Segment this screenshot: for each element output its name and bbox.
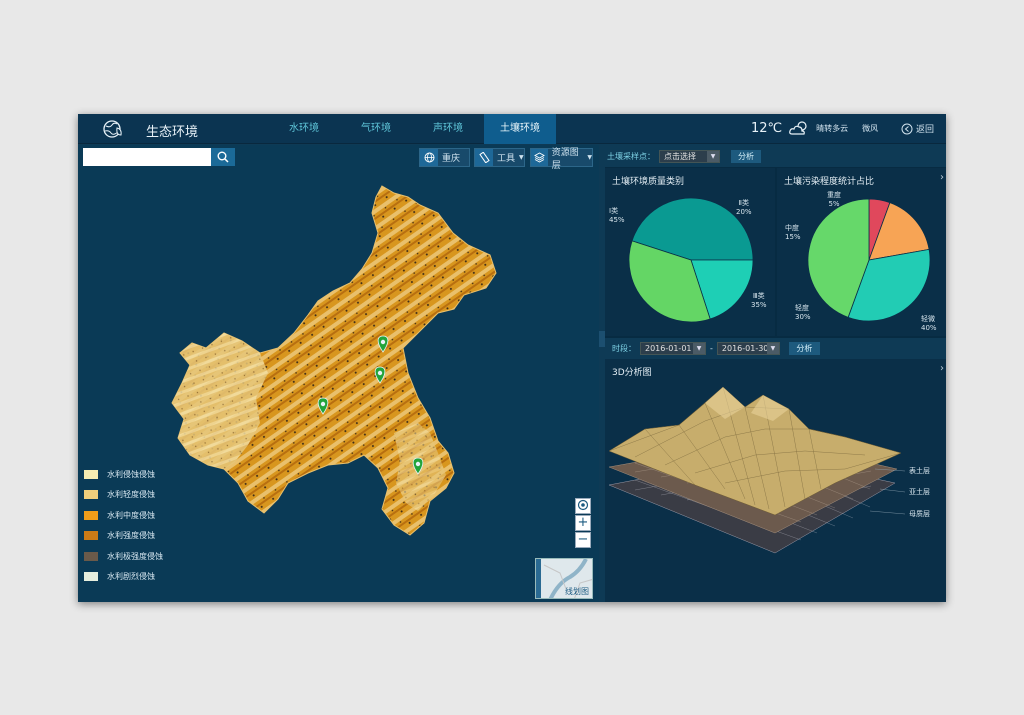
legend-swatch <box>84 510 98 520</box>
tab-sound[interactable]: 声环境 <box>412 114 484 144</box>
period-toolbar: 时段： 2016-01-01 ▼ - 2016-01-30 ▼ 分析 <box>605 338 946 359</box>
analysis-panel: 土壤采样点： 点击选择 ▼ 分析 土壤环境质量类别 Ⅰ类 45% Ⅱ类 20% Ⅲ类… <box>605 145 946 602</box>
pie-label-class2: Ⅱ类 20% <box>736 199 752 216</box>
legend-item: 水利极强度侵蚀 <box>84 546 163 567</box>
sample-point-select[interactable]: 点击选择 ▼ <box>659 149 720 163</box>
zoom-in-button[interactable]: + <box>575 515 591 531</box>
ruler-icon <box>475 149 493 166</box>
zoom-out-button[interactable]: − <box>575 532 591 548</box>
zoom-controls: + − <box>575 498 591 549</box>
search-button[interactable] <box>211 148 235 166</box>
quality-chart-card: 土壤环境质量类别 Ⅰ类 45% Ⅱ类 20% Ⅲ类 35% <box>605 168 775 336</box>
date-separator: - <box>710 344 713 353</box>
pie-label-class3: Ⅲ类 35% <box>751 292 767 309</box>
legend-item: 水利强度侵蚀 <box>84 526 163 547</box>
tools-label: 工具 <box>497 154 516 164</box>
legend-item: 水利轻度侵蚀 <box>84 485 163 506</box>
weather-widget: 12℃ 晴转多云 微风 <box>751 120 878 136</box>
globe-leaf-icon <box>103 120 122 138</box>
search-icon <box>217 151 229 163</box>
caret-down-icon: ▼ <box>587 154 592 161</box>
soil-sample-toolbar: 土壤采样点： 点击选择 ▼ 分析 <box>605 145 946 167</box>
tab-soil[interactable]: 土壤环境 <box>484 114 556 144</box>
soil-3d-surface[interactable] <box>605 359 946 602</box>
main-tabs: 水环境 气环境 声环境 土壤环境 <box>268 114 556 144</box>
legend-swatch <box>84 531 98 541</box>
caret-down-icon: ▼ <box>693 343 705 354</box>
tools-button[interactable]: 工具 ▼ <box>474 148 525 167</box>
legend-swatch <box>84 469 98 479</box>
legend-swatch <box>84 490 98 500</box>
map-legend: 水利侵蚀侵蚀 水利轻度侵蚀 水利中度侵蚀 水利强度侵蚀 水利极强度侵蚀 水利剧烈… <box>84 464 163 587</box>
temperature: 12℃ <box>751 120 783 136</box>
caret-down-icon: ▼ <box>519 154 524 161</box>
layer-label-topsoil: 表土层 <box>909 467 930 475</box>
layer-label-subsoil: 亚土层 <box>909 488 930 496</box>
wind-level: 微风 <box>862 123 879 133</box>
chongqing-erosion-map[interactable] <box>168 183 498 563</box>
pollution-chart-card: 土壤污染程度统计占比 › 重度 5% 中度 15% 轻度 30% 轻微 40% <box>777 168 946 336</box>
layers-icon <box>531 149 548 166</box>
quality-pie-chart <box>628 197 754 323</box>
app-window: 生态环境 水环境 气环境 声环境 土壤环境 12℃ 晴转多云 微风 返回 重庆 … <box>78 114 946 602</box>
search-input[interactable] <box>83 148 211 166</box>
legend-swatch <box>84 572 98 582</box>
caret-down-icon: ▼ <box>707 150 719 162</box>
period-label: 时段： <box>612 344 636 353</box>
legend-item: 水利侵蚀侵蚀 <box>84 464 163 485</box>
period-analyze-button[interactable]: 分析 <box>788 342 820 355</box>
back-icon <box>901 123 913 134</box>
legend-item: 水利剧烈侵蚀 <box>84 567 163 588</box>
target-icon <box>577 499 589 511</box>
sample-point-label: 土壤采样点： <box>607 151 655 161</box>
soil-3d-card: 3D分析图 › 表土层 亚土层 母质层 <box>605 359 946 602</box>
back-label: 返回 <box>916 125 935 135</box>
caret-down-icon: ▼ <box>766 343 779 354</box>
globe-icon <box>420 149 438 166</box>
pie-label-mild: 轻度 30% <box>795 304 811 321</box>
pie-label-severe: 重度 5% <box>827 191 841 208</box>
legend-item: 水利中度侵蚀 <box>84 505 163 526</box>
legend-swatch <box>84 551 98 561</box>
map-panel[interactable]: 重庆 工具 ▼ 资源图层 ▼ 水利侵蚀侵蚀 水利轻度侵蚀 水利中度侵蚀 水利强度… <box>78 145 599 602</box>
pie-label-slight: 轻微 40% <box>921 315 937 332</box>
end-date-select[interactable]: 2016-01-30 ▼ <box>716 342 780 355</box>
back-button[interactable]: 返回 <box>901 122 934 135</box>
tab-water[interactable]: 水环境 <box>268 114 340 144</box>
start-date-select[interactable]: 2016-01-01 ▼ <box>640 342 706 355</box>
sample-analyze-button[interactable]: 分析 <box>731 149 761 163</box>
layer-label-parent: 母质层 <box>909 510 930 518</box>
layers-button[interactable]: 资源图层 ▼ <box>530 148 593 171</box>
layers-label: 资源图层 <box>551 147 579 171</box>
thumbnail-label: 线划图 <box>565 587 589 596</box>
locate-button[interactable] <box>575 498 591 514</box>
app-title: 生态环境 <box>146 125 199 140</box>
tab-air[interactable]: 气环境 <box>340 114 412 144</box>
weather-description: 晴转多云 <box>816 123 849 133</box>
city-label: 重庆 <box>442 154 461 164</box>
pie-label-moderate: 中度 15% <box>785 224 801 241</box>
top-bar: 生态环境 水环境 气环境 声环境 土壤环境 12℃ 晴转多云 微风 返回 <box>78 114 946 144</box>
city-button[interactable]: 重庆 <box>419 148 470 167</box>
basemap-thumbnail[interactable]: 线划图 <box>535 558 593 599</box>
pie-label-class1: Ⅰ类 45% <box>609 207 625 224</box>
thumbnail-toggle[interactable] <box>536 559 541 598</box>
partly-cloudy-icon <box>789 121 807 135</box>
